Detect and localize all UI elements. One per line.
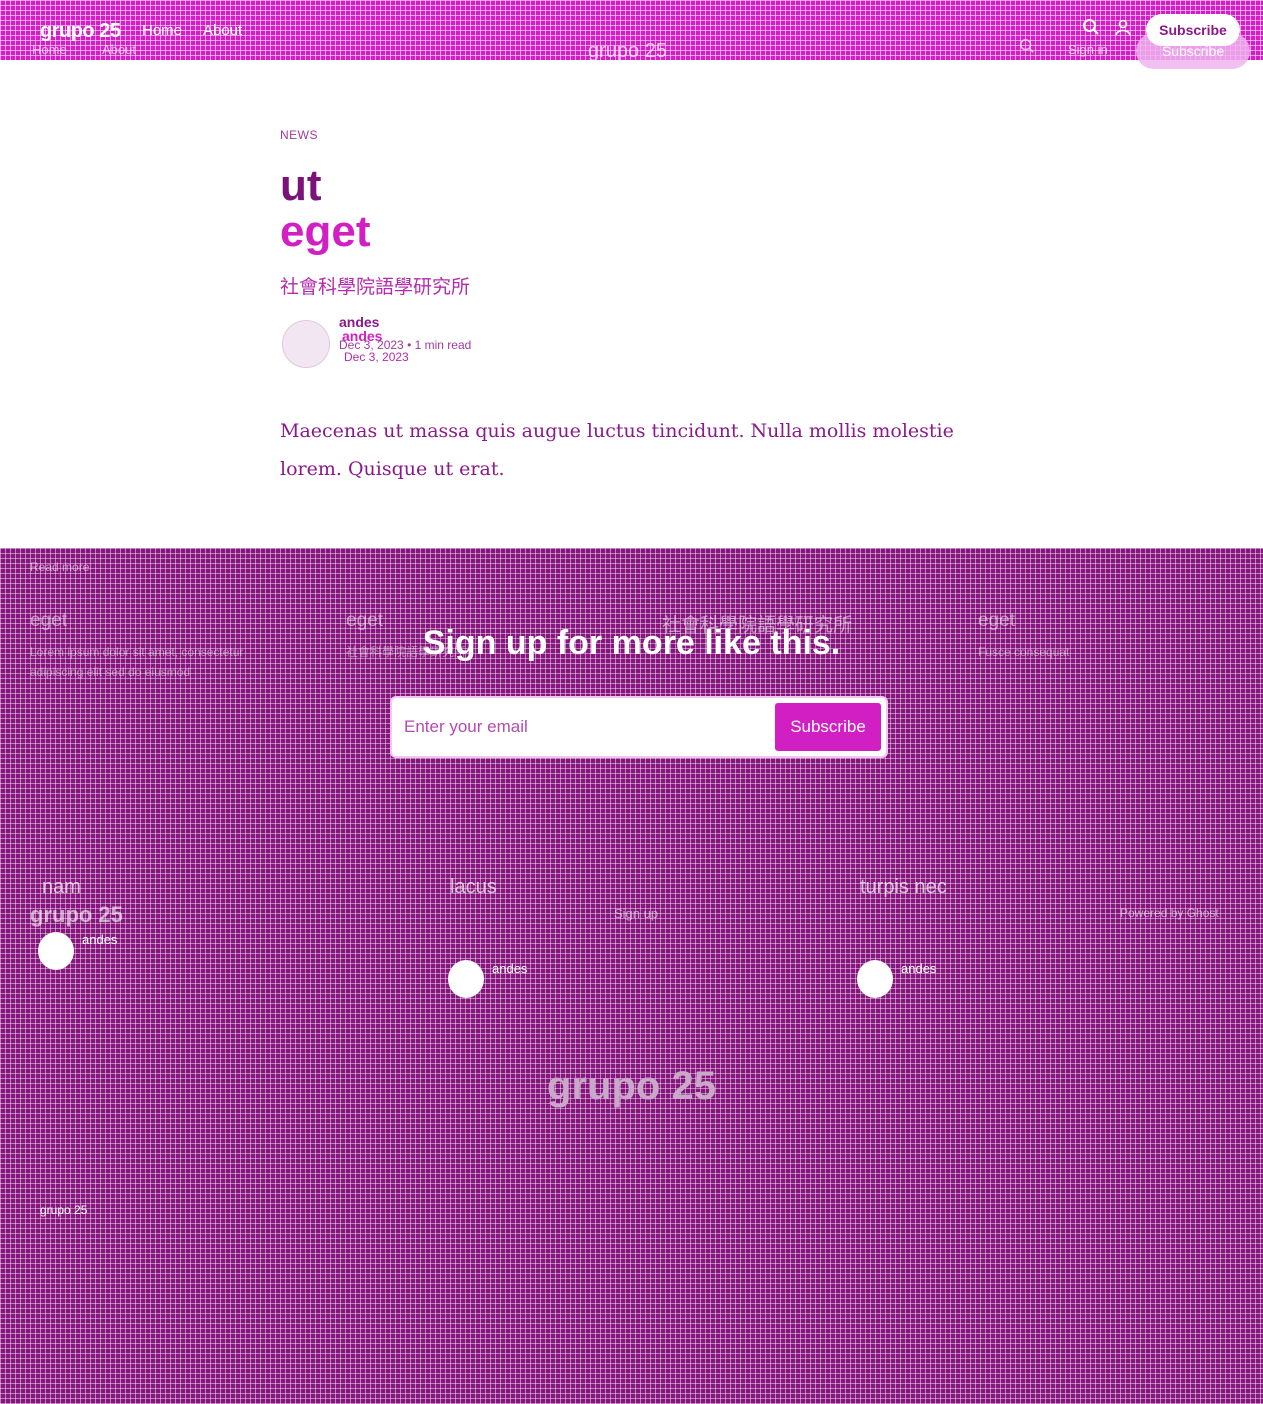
site-logo[interactable]: grupo 25 — [40, 20, 121, 43]
read-more-label: Read more — [30, 560, 90, 574]
footer-big-brand[interactable]: grupo 25 — [0, 1064, 1263, 1109]
card-author[interactable]: andes — [82, 932, 117, 947]
article-title-line2: eget — [280, 207, 371, 256]
read-time: 1 min read — [414, 338, 472, 352]
card-author[interactable]: andes — [492, 961, 527, 976]
nav-home-ghost: Home — [32, 42, 67, 57]
account-icon[interactable] — [1112, 18, 1134, 40]
nav-home[interactable]: Home — [142, 22, 182, 39]
nav-about-ghost: About — [102, 42, 136, 57]
article-tag[interactable]: NEWS — [280, 128, 318, 142]
site-header: grupo 25 grupo 25 Home About Home About … — [0, 0, 1263, 69]
signup-link-ghost: Sign up — [614, 906, 659, 921]
card-author[interactable]: andes — [901, 961, 936, 976]
author-avatar[interactable] — [282, 320, 330, 368]
author-avatar[interactable] — [448, 960, 484, 998]
author-avatar[interactable] — [857, 960, 893, 998]
card-title[interactable]: lacus — [450, 876, 497, 899]
subscribe-button[interactable]: Subscribe — [1146, 14, 1240, 46]
article-excerpt: 社會科學院語學研究所 — [280, 277, 471, 298]
card-title[interactable]: nam — [42, 876, 81, 899]
site-logo-ghost: grupo 25 — [588, 40, 667, 62]
search-icon-ghost — [1016, 38, 1038, 60]
article-title-line1: ut — [280, 161, 322, 210]
powered-by-ghost: Powered by Ghost — [1120, 906, 1219, 920]
footer-brand-ghost: grupo 25 — [30, 902, 123, 927]
signin-link-ghost: Sign in — [1068, 42, 1108, 57]
article-body: Maecenas ut massa quis augue luctus tinc… — [280, 420, 954, 480]
email-field[interactable] — [404, 712, 764, 742]
footer-copyright-brand: grupo 25 — [40, 1203, 88, 1217]
author-avatar[interactable] — [38, 932, 74, 970]
article-date-ghost: Dec 3, 2023 — [344, 350, 409, 364]
signup-form: Subscribe — [390, 696, 888, 758]
card-title[interactable]: turpis nec — [860, 876, 947, 899]
search-icon[interactable] — [1080, 18, 1102, 40]
nav-about[interactable]: About — [203, 22, 242, 39]
signup-subscribe-button[interactable]: Subscribe — [774, 702, 882, 752]
signup-title: Sign up for more like this. — [422, 624, 841, 662]
